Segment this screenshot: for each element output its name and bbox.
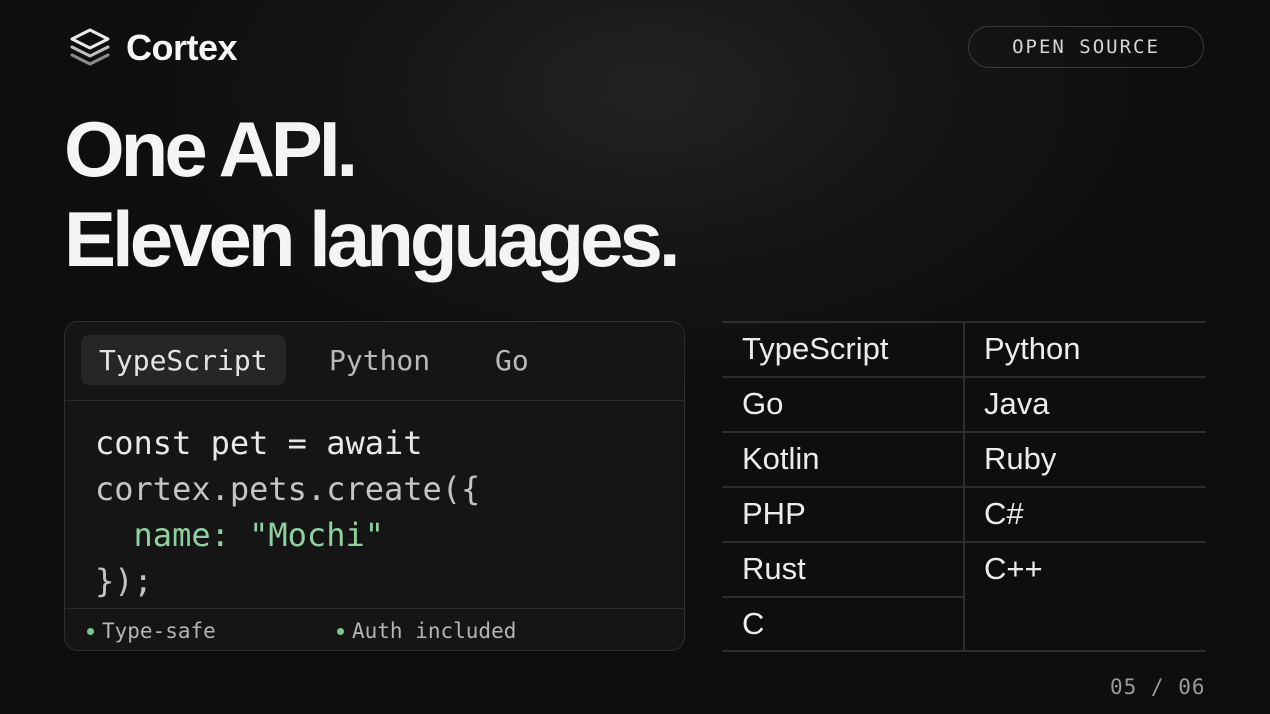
bullet-dot-icon: [337, 627, 344, 635]
headline-line-2: Eleven languages.: [64, 195, 681, 283]
tab-python[interactable]: Python: [311, 335, 448, 385]
language-cell: Java: [984, 386, 1050, 421]
language-tabs: TypeScript Python Go: [65, 322, 684, 401]
language-cell: Rust: [742, 551, 806, 586]
language-cell: C: [742, 606, 765, 641]
code-line: name: "Mochi": [95, 516, 384, 554]
language-cell: Python: [984, 331, 1081, 366]
language-grid: TypeScript Python Go Java Kotlin Ruby PH…: [722, 321, 1206, 652]
feature-label: Auth included: [352, 619, 517, 643]
tab-go[interactable]: Go: [477, 335, 547, 385]
feature-item: Type-safe: [87, 619, 216, 643]
language-cell: Go: [742, 386, 784, 421]
language-cell: C#: [984, 496, 1024, 531]
divider: [963, 321, 965, 651]
tab-typescript[interactable]: TypeScript: [81, 335, 286, 385]
code-block: const pet = await cortex.pets.create({ na…: [95, 420, 480, 604]
feature-item: Auth included: [337, 619, 516, 643]
feature-list: Type-safe Auth included: [65, 608, 684, 650]
brand: Cortex: [68, 27, 238, 69]
bullet-dot-icon: [87, 627, 94, 635]
brand-name: Cortex: [126, 27, 238, 68]
language-cell: Kotlin: [742, 441, 820, 476]
headline-line-1: One API.: [64, 105, 358, 193]
code-line: });: [95, 562, 153, 600]
code-sample-card: TypeScript Python Go const pet = await co…: [64, 321, 685, 651]
layers-icon: [68, 27, 112, 69]
headline: One API. Eleven languages.: [64, 104, 681, 284]
code-line: cortex.pets.create({: [95, 470, 481, 508]
code-line: const pet = await: [95, 424, 423, 462]
language-cell: Ruby: [984, 441, 1057, 476]
language-cell: TypeScript: [742, 331, 889, 366]
open-source-badge: OPEN SOURCE: [968, 26, 1204, 68]
language-cell: PHP: [742, 496, 806, 531]
feature-label: Type-safe: [102, 619, 216, 643]
language-cell: C++: [984, 551, 1043, 586]
slide-pager: 05 / 06: [1110, 675, 1206, 699]
